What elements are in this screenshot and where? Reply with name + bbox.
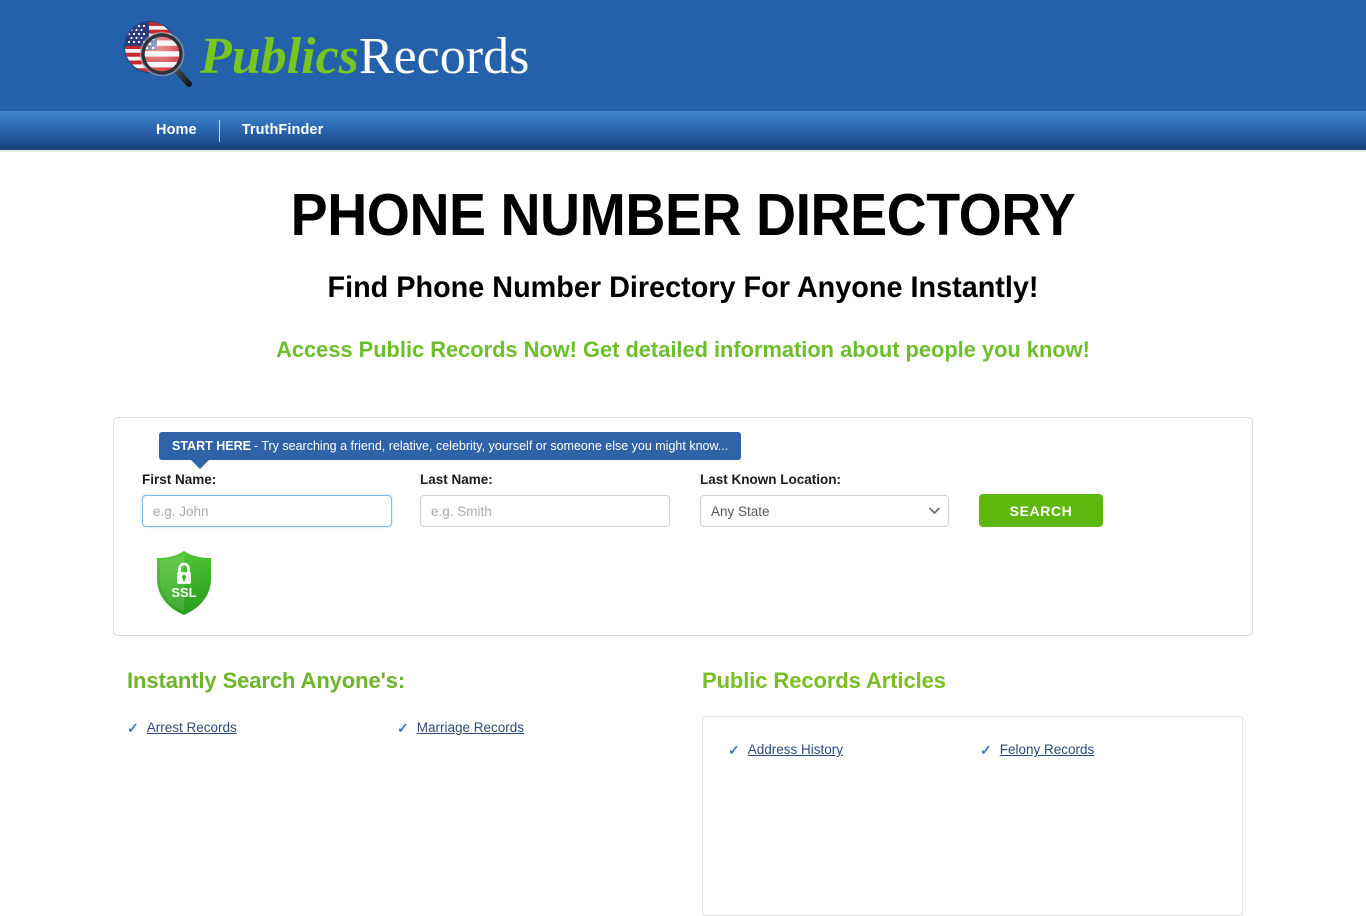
first-name-label: First Name: [142, 472, 217, 487]
ssl-shield-lock-icon: SSL [153, 549, 215, 617]
link-marriage-records[interactable]: Marriage Records [417, 720, 524, 735]
search-button[interactable]: SEARCH [979, 494, 1103, 527]
last-name-input[interactable] [420, 495, 670, 527]
search-field-row: First Name: Last Name: Last Known Locati… [142, 472, 1232, 527]
list-item[interactable]: ✓ Address History [728, 742, 980, 757]
articles-section: Public Records Articles ✓ Address Histor… [702, 668, 1247, 916]
start-here-banner: START HERE - Try searching a friend, rel… [159, 432, 742, 469]
articles-box: ✓ Address History ✓ Felony Records [702, 716, 1243, 916]
site-header: PublicsRecords [0, 0, 1366, 111]
location-select[interactable]: Any State [700, 495, 949, 527]
location-label: Last Known Location: [700, 472, 841, 487]
logo-wordmark: PublicsRecords [200, 31, 529, 83]
logo-text-publics: Publics [200, 28, 359, 85]
location-select-wrap: Any State [700, 495, 949, 527]
link-address-history[interactable]: Address History [748, 742, 843, 757]
articles-title: Public Records Articles [702, 668, 946, 693]
nav-link-home[interactable]: Home [134, 123, 219, 138]
last-name-label: Last Name: [420, 472, 493, 487]
start-here-bold: START HERE [172, 439, 251, 453]
location-field-group: Last Known Location: Any State [700, 472, 949, 527]
first-name-field-group: First Name: [142, 472, 392, 527]
page-tagline: Access Public Records Now! Get detailed … [276, 336, 1090, 362]
page-subtitle: Find Phone Number Directory For Anyone I… [327, 270, 1039, 304]
hero-section: PHONE NUMBER DIRECTORY Find Phone Number… [0, 152, 1366, 363]
site-logo[interactable]: PublicsRecords [120, 18, 529, 94]
list-item[interactable]: ✓ Arrest Records [127, 720, 397, 735]
start-here-text: - Try searching a friend, relative, cele… [253, 439, 729, 453]
us-flag-magnifier-icon [120, 19, 198, 93]
link-arrest-records[interactable]: Arrest Records [147, 720, 237, 735]
link-felony-records[interactable]: Felony Records [1000, 742, 1095, 757]
check-icon: ✓ [397, 719, 409, 736]
check-icon: ✓ [728, 741, 740, 758]
check-icon: ✓ [127, 719, 139, 736]
instant-search-link-grid: ✓ Arrest Records ✓ Marriage Records [127, 720, 702, 735]
articles-link-grid: ✓ Address History ✓ Felony Records [728, 742, 1242, 757]
first-name-input[interactable] [142, 495, 392, 527]
svg-text:SSL: SSL [171, 585, 196, 600]
check-icon: ✓ [980, 741, 992, 758]
page-title: PHONE NUMBER DIRECTORY [290, 182, 1076, 248]
main-navigation: Home TruthFinder [0, 111, 1366, 152]
last-name-field-group: Last Name: [420, 472, 670, 527]
list-item[interactable]: ✓ Felony Records [980, 742, 1232, 757]
list-item[interactable]: ✓ Marriage Records [397, 720, 667, 735]
lower-content: Instantly Search Anyone's: ✓ Arrest Reco… [0, 668, 1366, 916]
logo-text-records: Records [358, 28, 530, 85]
search-panel: START HERE - Try searching a friend, rel… [113, 417, 1253, 636]
instant-search-section: Instantly Search Anyone's: ✓ Arrest Reco… [127, 668, 702, 916]
nav-link-truthfinder[interactable]: TruthFinder [220, 123, 346, 138]
instant-search-title: Instantly Search Anyone's: [127, 668, 406, 693]
